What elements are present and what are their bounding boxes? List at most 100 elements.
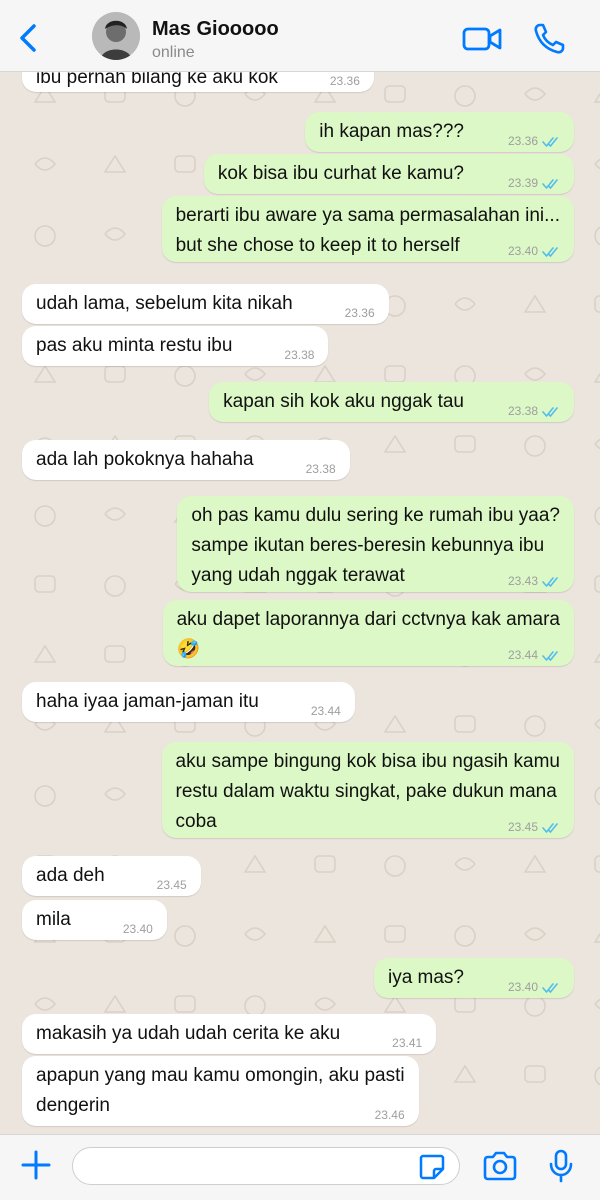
- message-timestamp: 23.44: [507, 648, 538, 662]
- message-text: aku sampe bingung kok bisa ibu ngasih ka…: [175, 751, 560, 772]
- video-call-icon[interactable]: [462, 24, 502, 54]
- wallpaper-doodle: [594, 438, 600, 450]
- incoming-message[interactable]: apapun yang mau kamu omongin, aku pasti d…: [22, 1056, 419, 1126]
- wallpaper-doodle: [34, 785, 56, 807]
- incoming-message[interactable]: ada deh 23.45: [22, 856, 201, 896]
- wallpaper-doodle: [34, 505, 56, 527]
- message-timestamp: 23.38: [507, 404, 538, 418]
- outgoing-message[interactable]: berarti ibu aware ya sama permasalahan i…: [161, 196, 574, 262]
- wallpaper-doodle: [314, 997, 337, 1011]
- read-ticks-icon: [542, 577, 558, 587]
- outgoing-message[interactable]: iya mas? 23.40: [373, 958, 574, 998]
- wallpaper-doodle: [33, 364, 57, 383]
- wallpaper-doodle: [524, 367, 547, 381]
- message-text: yang udah nggak terawat: [191, 565, 405, 586]
- incoming-message[interactable]: ibu pernah bilang ke aku kok 23.36: [22, 72, 374, 92]
- message-timestamp: 23.40: [507, 244, 538, 258]
- message-list[interactable]: ibu pernah bilang ke aku kok 23.36 ih kapa…: [0, 72, 600, 1134]
- wallpaper-doodle: [104, 365, 126, 383]
- plus-icon[interactable]: [20, 1149, 52, 1181]
- wallpaper-doodle: [454, 715, 476, 733]
- wallpaper-doodle: [524, 435, 546, 457]
- wallpaper-doodle: [103, 154, 127, 173]
- wallpaper-doodle: [523, 854, 547, 873]
- outgoing-message[interactable]: kok bisa ibu curhat ke kamu? 23.39: [203, 154, 574, 194]
- wallpaper-doodle: [33, 644, 57, 663]
- message-timestamp: 23.41: [392, 1036, 423, 1050]
- message-timestamp: 23.40: [122, 922, 153, 936]
- message-timestamp: 23.45: [156, 878, 187, 892]
- phone-icon[interactable]: [532, 22, 566, 56]
- wallpaper-doodle: [593, 652, 600, 663]
- incoming-message[interactable]: ada lah pokoknya hahaha 23.38: [22, 440, 350, 480]
- wallpaper-doodle: [523, 294, 547, 313]
- message-timestamp: 23.46: [374, 1108, 405, 1122]
- wallpaper-doodle: [594, 158, 600, 170]
- wallpaper-doodle: [524, 927, 547, 941]
- wallpaper-doodle: [34, 575, 56, 593]
- wallpaper-doodle: [524, 995, 546, 1017]
- wallpaper-doodle: [384, 925, 406, 943]
- wallpaper-doodle: [384, 365, 406, 383]
- wallpaper-doodle: [594, 998, 600, 1010]
- wallpaper-doodle: [383, 714, 407, 733]
- composer-bar: [0, 1134, 600, 1200]
- wallpaper-doodle: [104, 507, 127, 521]
- incoming-message[interactable]: makasih ya udah udah cerita ke aku 23.41: [22, 1014, 437, 1054]
- sticker-icon[interactable]: [418, 1153, 446, 1181]
- wallpaper-doodle: [104, 787, 127, 801]
- wallpaper-doodle: [383, 994, 407, 1013]
- wallpaper-doodle: [594, 1066, 600, 1086]
- wallpaper-doodle: [383, 434, 407, 453]
- outgoing-message[interactable]: kapan sih kok aku nggak tau 23.38: [209, 382, 574, 422]
- back-chevron-icon[interactable]: [14, 20, 44, 56]
- wallpaper-doodle: [524, 715, 546, 737]
- message-text: berarti ibu aware ya sama permasalahan i…: [175, 205, 560, 226]
- message-timestamp: 23.36: [344, 306, 375, 320]
- wallpaper-doodle: [103, 994, 127, 1013]
- wallpaper-doodle: [594, 506, 600, 526]
- read-ticks-icon: [542, 983, 558, 993]
- wallpaper-doodle: [104, 645, 126, 663]
- message-text: pas aku minta restu ibu: [36, 335, 233, 356]
- message-timestamp: 23.38: [284, 348, 315, 362]
- read-ticks-icon: [542, 137, 558, 147]
- wallpaper-doodle: [454, 85, 476, 107]
- camera-icon[interactable]: [482, 1151, 518, 1181]
- outgoing-message[interactable]: ih kapan mas??? 23.36: [305, 112, 574, 152]
- message-text: ibu pernah bilang ke aku kok: [36, 72, 278, 88]
- wallpaper-doodle: [34, 225, 56, 247]
- wallpaper-doodle: [384, 85, 406, 103]
- wallpaper-doodle: [454, 925, 476, 947]
- wallpaper-doodle: [454, 857, 477, 871]
- microphone-icon[interactable]: [548, 1149, 574, 1183]
- message-timestamp: 23.43: [507, 574, 538, 588]
- incoming-message[interactable]: pas aku minta restu ibu 23.38: [22, 326, 329, 366]
- incoming-message[interactable]: haha iyaa jaman-jaman itu 23.44: [22, 682, 355, 722]
- wallpaper-doodle: [104, 227, 127, 241]
- wallpaper-doodle: [174, 925, 196, 947]
- wallpaper-doodle: [594, 786, 600, 806]
- wallpaper-doodle: [174, 995, 196, 1013]
- wallpaper-doodle: [593, 932, 600, 943]
- wallpaper-doodle: [594, 718, 600, 730]
- wallpaper-doodle: [313, 364, 337, 383]
- wallpaper-doodle: [104, 575, 126, 597]
- incoming-message[interactable]: mila 23.40: [22, 900, 167, 940]
- outgoing-message[interactable]: oh pas kamu dulu sering ke rumah ibu yaa…: [177, 496, 574, 592]
- chat-header: Mas Giooooo online: [0, 0, 600, 72]
- wallpaper-doodle: [174, 155, 196, 173]
- message-text: udah lama, sebelum kita nikah: [36, 293, 293, 314]
- incoming-message[interactable]: udah lama, sebelum kita nikah 23.36: [22, 284, 389, 324]
- message-text: oh pas kamu dulu sering ke rumah ibu yaa…: [191, 505, 560, 526]
- avatar[interactable]: [92, 12, 140, 60]
- message-text: but she chose to keep it to herself: [175, 235, 460, 256]
- outgoing-message[interactable]: aku dapet laporannya dari cctvnya kak am…: [162, 600, 574, 666]
- wallpaper-doodle: [594, 295, 600, 313]
- contact-status: online: [152, 44, 195, 61]
- outgoing-message[interactable]: aku sampe bingung kok bisa ibu ngasih ka…: [161, 742, 574, 838]
- message-timestamp: 23.44: [310, 704, 341, 718]
- contact-name[interactable]: Mas Giooooo: [152, 18, 279, 41]
- message-input[interactable]: [72, 1147, 460, 1185]
- wallpaper-doodle: [454, 995, 476, 1013]
